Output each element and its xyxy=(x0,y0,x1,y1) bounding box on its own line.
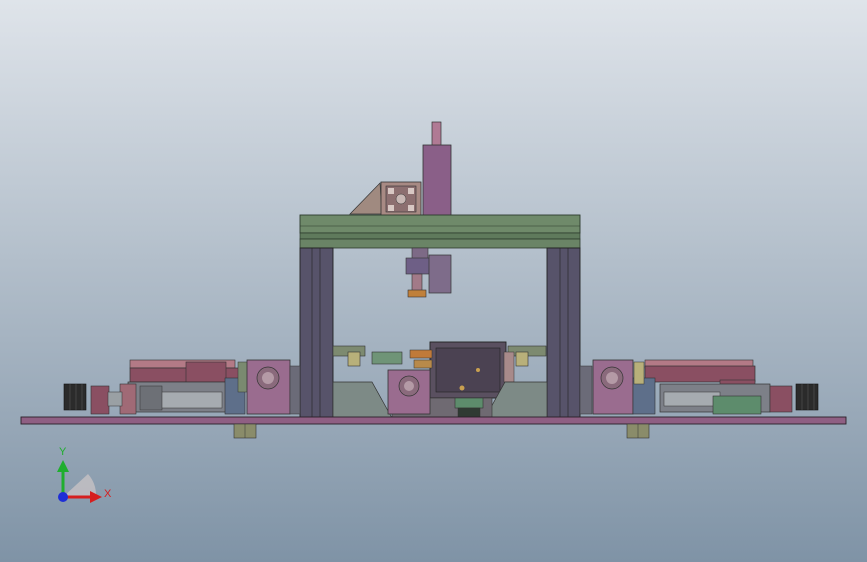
right-bearing-housing[interactable] xyxy=(579,359,634,415)
cad-viewport[interactable]: Y X xyxy=(0,0,867,562)
x-axis-label: X xyxy=(104,488,112,500)
foot-right xyxy=(626,423,650,439)
right-cylinder[interactable] xyxy=(659,383,771,415)
center-housing-left[interactable] xyxy=(387,369,431,415)
z-axis-dot-icon xyxy=(58,492,68,502)
left-bearing-housing[interactable] xyxy=(246,359,301,415)
gantry-leg-right[interactable] xyxy=(546,247,581,419)
gantry-leg-left[interactable] xyxy=(299,247,334,419)
left-cylinder[interactable] xyxy=(119,381,227,415)
base-plate[interactable] xyxy=(20,416,847,425)
left-module-top-rail xyxy=(129,359,241,383)
linear-guide-block[interactable] xyxy=(454,397,484,418)
foot-left xyxy=(233,423,257,439)
assembly-drawing: Y X xyxy=(0,0,867,562)
y-axis-label: Y xyxy=(59,446,67,458)
gantry-beam[interactable] xyxy=(299,214,581,249)
